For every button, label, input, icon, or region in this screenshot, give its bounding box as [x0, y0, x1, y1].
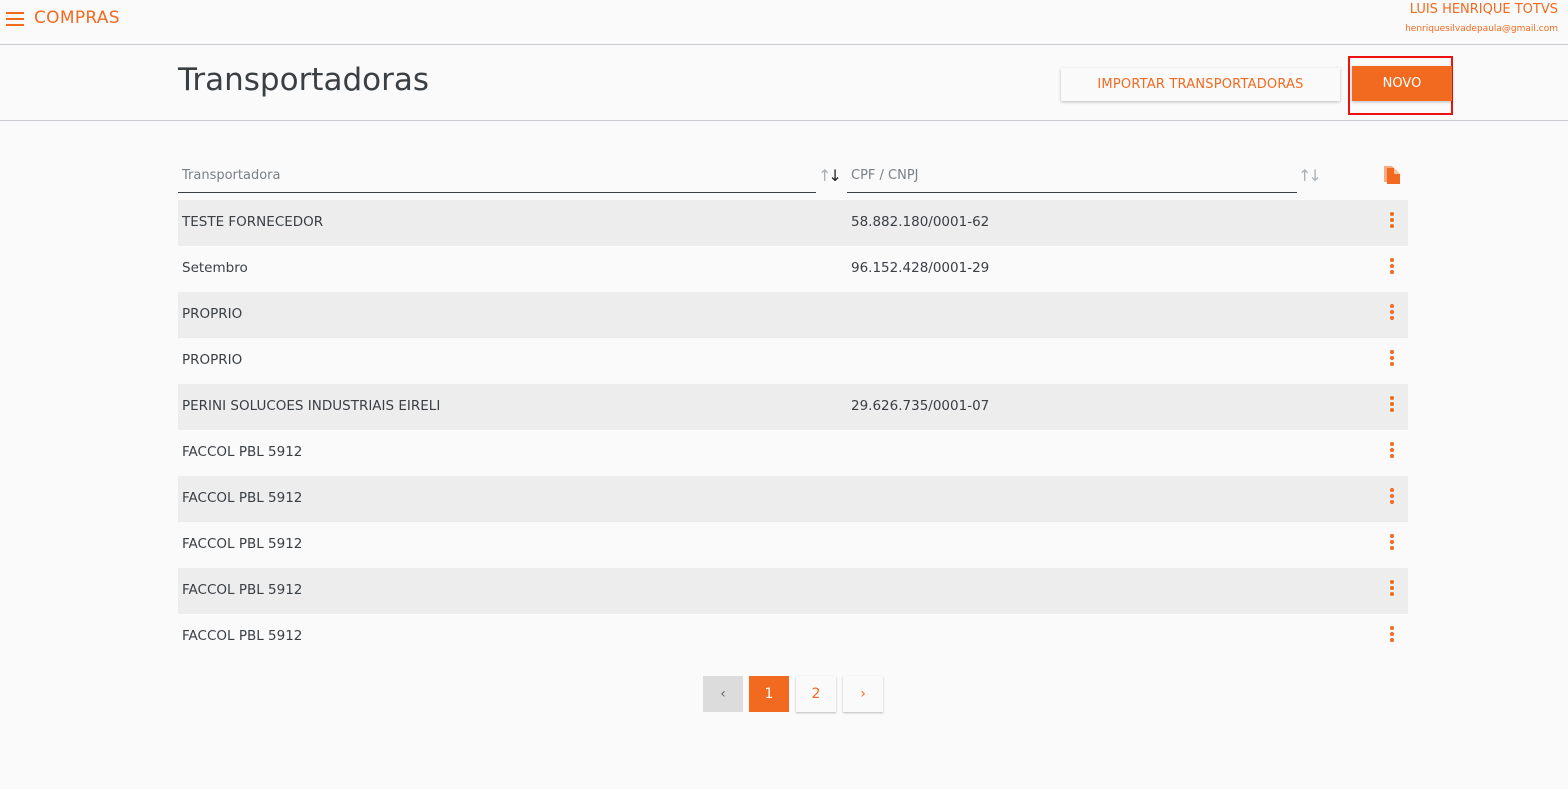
user-name[interactable]: LUIS HENRIQUE TOTVS — [1410, 2, 1558, 17]
page-header: Transportadoras IMPORTAR TRANSPORTADORAS… — [0, 45, 1568, 121]
page-title: Transportadoras — [178, 62, 429, 98]
app-title[interactable]: COMPRAS — [34, 8, 120, 28]
sort-document-icon[interactable]: ↑↓ — [1298, 166, 1322, 185]
more-actions-icon[interactable] — [1386, 580, 1398, 600]
table-row[interactable]: PERINI SOLUCOES INDUSTRIAIS EIRELI 29.62… — [178, 384, 1408, 430]
more-actions-icon[interactable] — [1386, 304, 1398, 324]
table-row[interactable]: PROPRIO — [178, 338, 1408, 384]
more-actions-icon[interactable] — [1386, 396, 1398, 416]
next-page-button[interactable]: › — [843, 676, 883, 712]
top-bar: COMPRAS LUIS HENRIQUE TOTVS henriquesilv… — [0, 0, 1568, 45]
hamburger-menu-icon[interactable] — [6, 12, 24, 26]
carrier-name: PROPRIO — [182, 306, 243, 322]
import-carriers-button[interactable]: IMPORTAR TRANSPORTADORAS — [1061, 68, 1340, 101]
document-filter — [847, 160, 1297, 193]
carrier-name: FACCOL PBL 5912 — [182, 444, 303, 460]
user-email: henriquesilvadepaula@gmail.com — [1405, 24, 1558, 34]
table-row[interactable]: FACCOL PBL 5912 — [178, 568, 1408, 614]
more-actions-icon[interactable] — [1386, 350, 1398, 370]
more-actions-icon[interactable] — [1386, 442, 1398, 462]
carrier-document: 96.152.428/0001-29 — [851, 260, 990, 276]
more-actions-icon[interactable] — [1386, 534, 1398, 554]
sort-name-icon[interactable]: ↑↓ — [818, 166, 842, 185]
carrier-name: PROPRIO — [182, 352, 243, 368]
more-actions-icon[interactable] — [1386, 626, 1398, 646]
table-row[interactable]: FACCOL PBL 5912 — [178, 614, 1408, 660]
carrier-name: FACCOL PBL 5912 — [182, 490, 303, 506]
carrier-name: FACCOL PBL 5912 — [182, 536, 303, 552]
more-actions-icon[interactable] — [1386, 488, 1398, 508]
carrier-filter-input[interactable] — [178, 160, 816, 190]
carrier-document: 29.626.735/0001-07 — [851, 398, 990, 414]
carrier-document: 58.882.180/0001-62 — [851, 214, 990, 230]
carrier-filter — [178, 160, 816, 193]
carrier-name: FACCOL PBL 5912 — [182, 628, 303, 644]
more-actions-icon[interactable] — [1386, 258, 1398, 278]
table-row[interactable]: TESTE FORNECEDOR 58.882.180/0001-62 — [178, 200, 1408, 246]
carrier-name: FACCOL PBL 5912 — [182, 582, 303, 598]
table-row[interactable]: FACCOL PBL 5912 — [178, 430, 1408, 476]
carriers-table: TESTE FORNECEDOR 58.882.180/0001-62 Sete… — [178, 200, 1408, 660]
more-actions-icon[interactable] — [1386, 212, 1398, 232]
previous-page-button[interactable]: ‹ — [703, 676, 743, 712]
table-row[interactable]: FACCOL PBL 5912 — [178, 522, 1408, 568]
table-row[interactable]: FACCOL PBL 5912 — [178, 476, 1408, 522]
table-row[interactable]: Setembro 96.152.428/0001-29 — [178, 246, 1408, 292]
carrier-name: Setembro — [182, 260, 248, 276]
table-row[interactable]: PROPRIO — [178, 292, 1408, 338]
document-filter-input[interactable] — [847, 160, 1297, 190]
page-1-button[interactable]: 1 — [749, 676, 789, 712]
carrier-name: PERINI SOLUCOES INDUSTRIAIS EIRELI — [182, 398, 441, 414]
page-2-button[interactable]: 2 — [796, 676, 836, 712]
carrier-name: TESTE FORNECEDOR — [182, 214, 324, 230]
new-button[interactable]: NOVO — [1352, 66, 1452, 101]
export-icon[interactable] — [1382, 163, 1402, 185]
